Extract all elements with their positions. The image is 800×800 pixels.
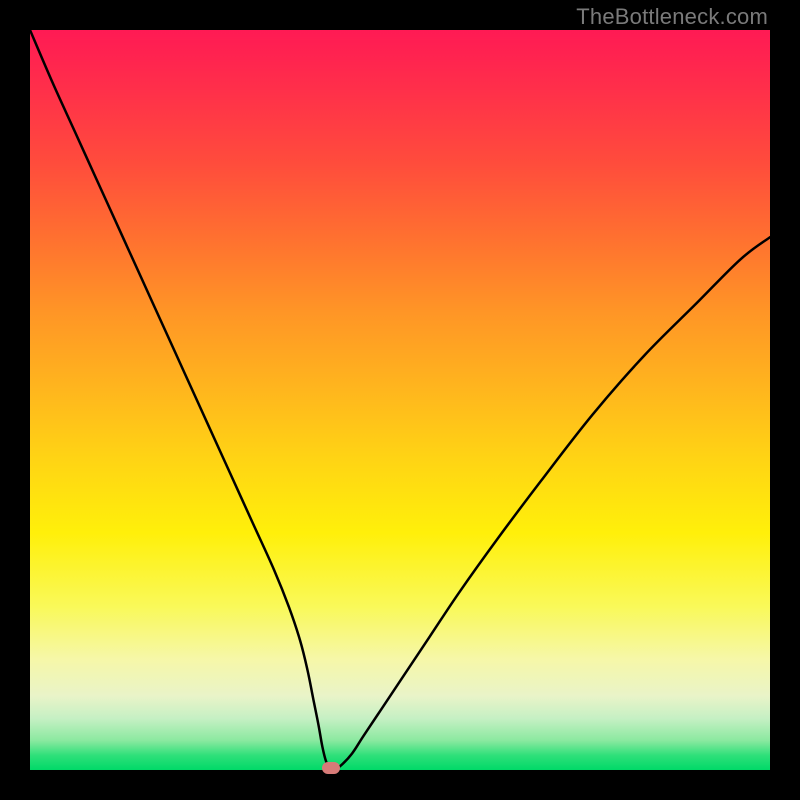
plot-area [30,30,770,770]
chart-frame: TheBottleneck.com [0,0,800,800]
bottleneck-curve [30,30,770,770]
watermark-text: TheBottleneck.com [576,4,768,30]
curve-svg [30,30,770,770]
optimal-point-marker [322,762,340,774]
